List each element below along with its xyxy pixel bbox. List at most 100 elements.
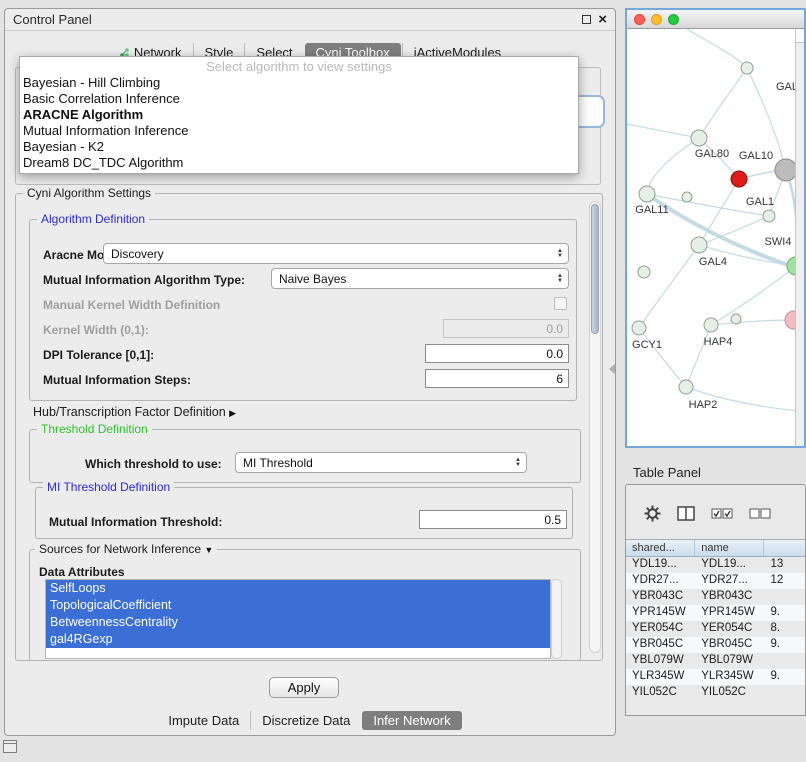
table-row[interactable]: YBR045C YBR045C 9. xyxy=(626,637,805,653)
tab-discretize-data[interactable]: Discretize Data xyxy=(250,711,361,730)
cell: YER054C xyxy=(695,621,764,637)
node-gcy1[interactable] xyxy=(632,321,646,335)
zoom-traffic-light-icon[interactable] xyxy=(668,14,679,25)
dpi-tolerance-field[interactable] xyxy=(425,344,569,363)
node-gal1[interactable] xyxy=(763,210,775,222)
data-attributes-list: SelfLoops TopologicalCoefficient Between… xyxy=(45,579,551,659)
cell: YBR045C xyxy=(626,637,695,653)
attributes-list-scrollbar[interactable] xyxy=(551,579,562,659)
minimize-traffic-light-icon[interactable] xyxy=(651,14,662,25)
control-panel-titlebar: Control Panel × xyxy=(5,9,615,31)
kernel-width-label: Kernel Width (0,1): xyxy=(43,323,149,337)
network-graph: GAL GAL80 GAL10 GAL11 GAL1 SWI4 GAL4 GCY… xyxy=(627,29,795,446)
node-pink[interactable] xyxy=(785,311,795,329)
cell: YIL052C xyxy=(626,685,695,701)
node-gal4[interactable] xyxy=(691,237,707,253)
table-row[interactable]: YDR27... YDR27... 12 xyxy=(626,573,805,589)
cell: 9. xyxy=(764,605,805,621)
settings-scrollbar-thumb[interactable] xyxy=(591,204,599,334)
node[interactable] xyxy=(682,192,692,202)
deselect-all-checkboxes-icon[interactable] xyxy=(749,508,771,519)
cell: YBR045C xyxy=(695,637,764,653)
mi-threshold-label: Mutual Information Threshold: xyxy=(49,515,222,529)
list-item-gal4rgexp[interactable]: gal4RGexp xyxy=(46,631,550,648)
list-item-selfloops[interactable]: SelfLoops xyxy=(46,580,550,597)
dropdown-item-aracne[interactable]: ARACNE Algorithm xyxy=(20,107,578,123)
node-gal10-gray[interactable] xyxy=(775,159,795,181)
data-attributes-label: Data Attributes xyxy=(39,565,125,579)
node-hap2[interactable] xyxy=(679,380,693,394)
threshold-definition-title: Threshold Definition xyxy=(37,422,152,436)
cell: 9. xyxy=(764,637,805,653)
combo-arrows-icon: ▲▼ xyxy=(552,274,568,284)
node-gal11[interactable] xyxy=(639,186,655,202)
table-row[interactable]: YPR145W YPR145W 9. xyxy=(626,605,805,621)
cell: 8. xyxy=(764,621,805,637)
algorithm-dropdown: Select algorithm to view settings Bayesi… xyxy=(19,56,579,174)
dropdown-item-basic-correlation[interactable]: Basic Correlation Inference xyxy=(20,91,578,107)
cell xyxy=(764,589,805,605)
dropdown-item-bayesian-hill-climbing[interactable]: Bayesian - Hill Climbing xyxy=(20,75,578,91)
network-canvas[interactable]: GAL GAL80 GAL10 GAL11 GAL1 SWI4 GAL4 GCY… xyxy=(627,29,795,446)
splitter-collapse-icon[interactable] xyxy=(609,364,615,374)
column-header-name[interactable]: name xyxy=(695,540,764,556)
sources-group-toggle[interactable]: Sources for Network Inference ▼ xyxy=(35,542,217,556)
column-header-third[interactable] xyxy=(764,540,805,556)
node-gal80[interactable] xyxy=(691,130,707,146)
table-row[interactable]: YBL079W YBL079W xyxy=(626,653,805,669)
svg-text:GAL11: GAL11 xyxy=(635,204,668,216)
cell: YIL052C xyxy=(695,685,764,701)
tab-infer-network[interactable]: Infer Network xyxy=(362,711,461,730)
dropdown-item-dream8[interactable]: Dream8 DC_TDC Algorithm xyxy=(20,155,578,171)
hub-section-toggle[interactable]: Hub/Transcription Factor Definition ▶ xyxy=(33,405,236,419)
table-panel-title: Table Panel xyxy=(633,465,701,480)
dropdown-item-mutual-information[interactable]: Mutual Information Inference xyxy=(20,123,578,139)
mi-threshold-field[interactable] xyxy=(419,510,567,529)
table-row[interactable]: YDL19... YDL19... 13 xyxy=(626,557,805,573)
control-panel-window: Control Panel × Network Style Select Cyn… xyxy=(4,8,616,736)
columns-icon[interactable] xyxy=(677,506,695,521)
node[interactable] xyxy=(638,266,650,278)
close-icon[interactable]: × xyxy=(598,13,607,27)
table-row[interactable]: YER054C YER054C 8. xyxy=(626,621,805,637)
float-window-icon[interactable] xyxy=(582,15,591,24)
table-panel-window: shared... name YDL19... YDL19... 13 YDR2… xyxy=(625,484,806,716)
close-traffic-light-icon[interactable] xyxy=(634,14,645,25)
table-row[interactable]: YIL052C YIL052C xyxy=(626,685,805,701)
cell: YBL079W xyxy=(626,653,695,669)
node[interactable] xyxy=(731,314,741,324)
network-vertical-scrollbar[interactable] xyxy=(795,29,804,446)
apply-button[interactable]: Apply xyxy=(269,677,339,698)
tab-impute-data[interactable]: Impute Data xyxy=(157,711,250,730)
algorithm-definition-title: Algorithm Definition xyxy=(37,212,149,226)
cell: YDR27... xyxy=(626,573,695,589)
mi-type-select[interactable]: Naive Bayes ▲▼ xyxy=(271,268,569,289)
gear-icon[interactable] xyxy=(644,505,661,522)
cell: YLR345W xyxy=(695,669,764,685)
list-item-betweennesscentrality[interactable]: BetweennessCentrality xyxy=(46,614,550,631)
scrollbar-arrow-icon[interactable] xyxy=(796,29,804,43)
mi-steps-field[interactable] xyxy=(425,369,569,388)
cell: YLR345W xyxy=(626,669,695,685)
cell: YPR145W xyxy=(626,605,695,621)
dropdown-item-bayesian-k2[interactable]: Bayesian - K2 xyxy=(20,139,578,155)
cell: 13 xyxy=(764,557,805,573)
which-threshold-select[interactable]: MI Threshold ▲▼ xyxy=(235,452,527,473)
node-selected-red[interactable] xyxy=(731,171,747,187)
node[interactable] xyxy=(741,62,753,74)
list-item-topologicalcoefficient[interactable]: TopologicalCoefficient xyxy=(46,597,550,614)
cell: YPR145W xyxy=(695,605,764,621)
select-all-checkboxes-icon[interactable] xyxy=(711,508,733,519)
column-header-shared[interactable]: shared... xyxy=(626,540,695,556)
manual-kernel-checkbox[interactable] xyxy=(554,297,567,310)
table-row[interactable]: YBR043C YBR043C xyxy=(626,589,805,605)
cell: 12 xyxy=(764,573,805,589)
aracne-mode-select[interactable]: Discovery ▲▼ xyxy=(103,243,569,264)
settings-scrollbar[interactable] xyxy=(589,201,601,653)
docked-panel-icon[interactable] xyxy=(3,740,17,753)
cell xyxy=(764,653,805,669)
table-row[interactable]: YLR345W YLR345W 9. xyxy=(626,669,805,685)
network-window-titlebar[interactable] xyxy=(627,10,804,29)
chevron-down-icon: ▼ xyxy=(204,545,213,555)
node-hap4[interactable] xyxy=(704,318,718,332)
